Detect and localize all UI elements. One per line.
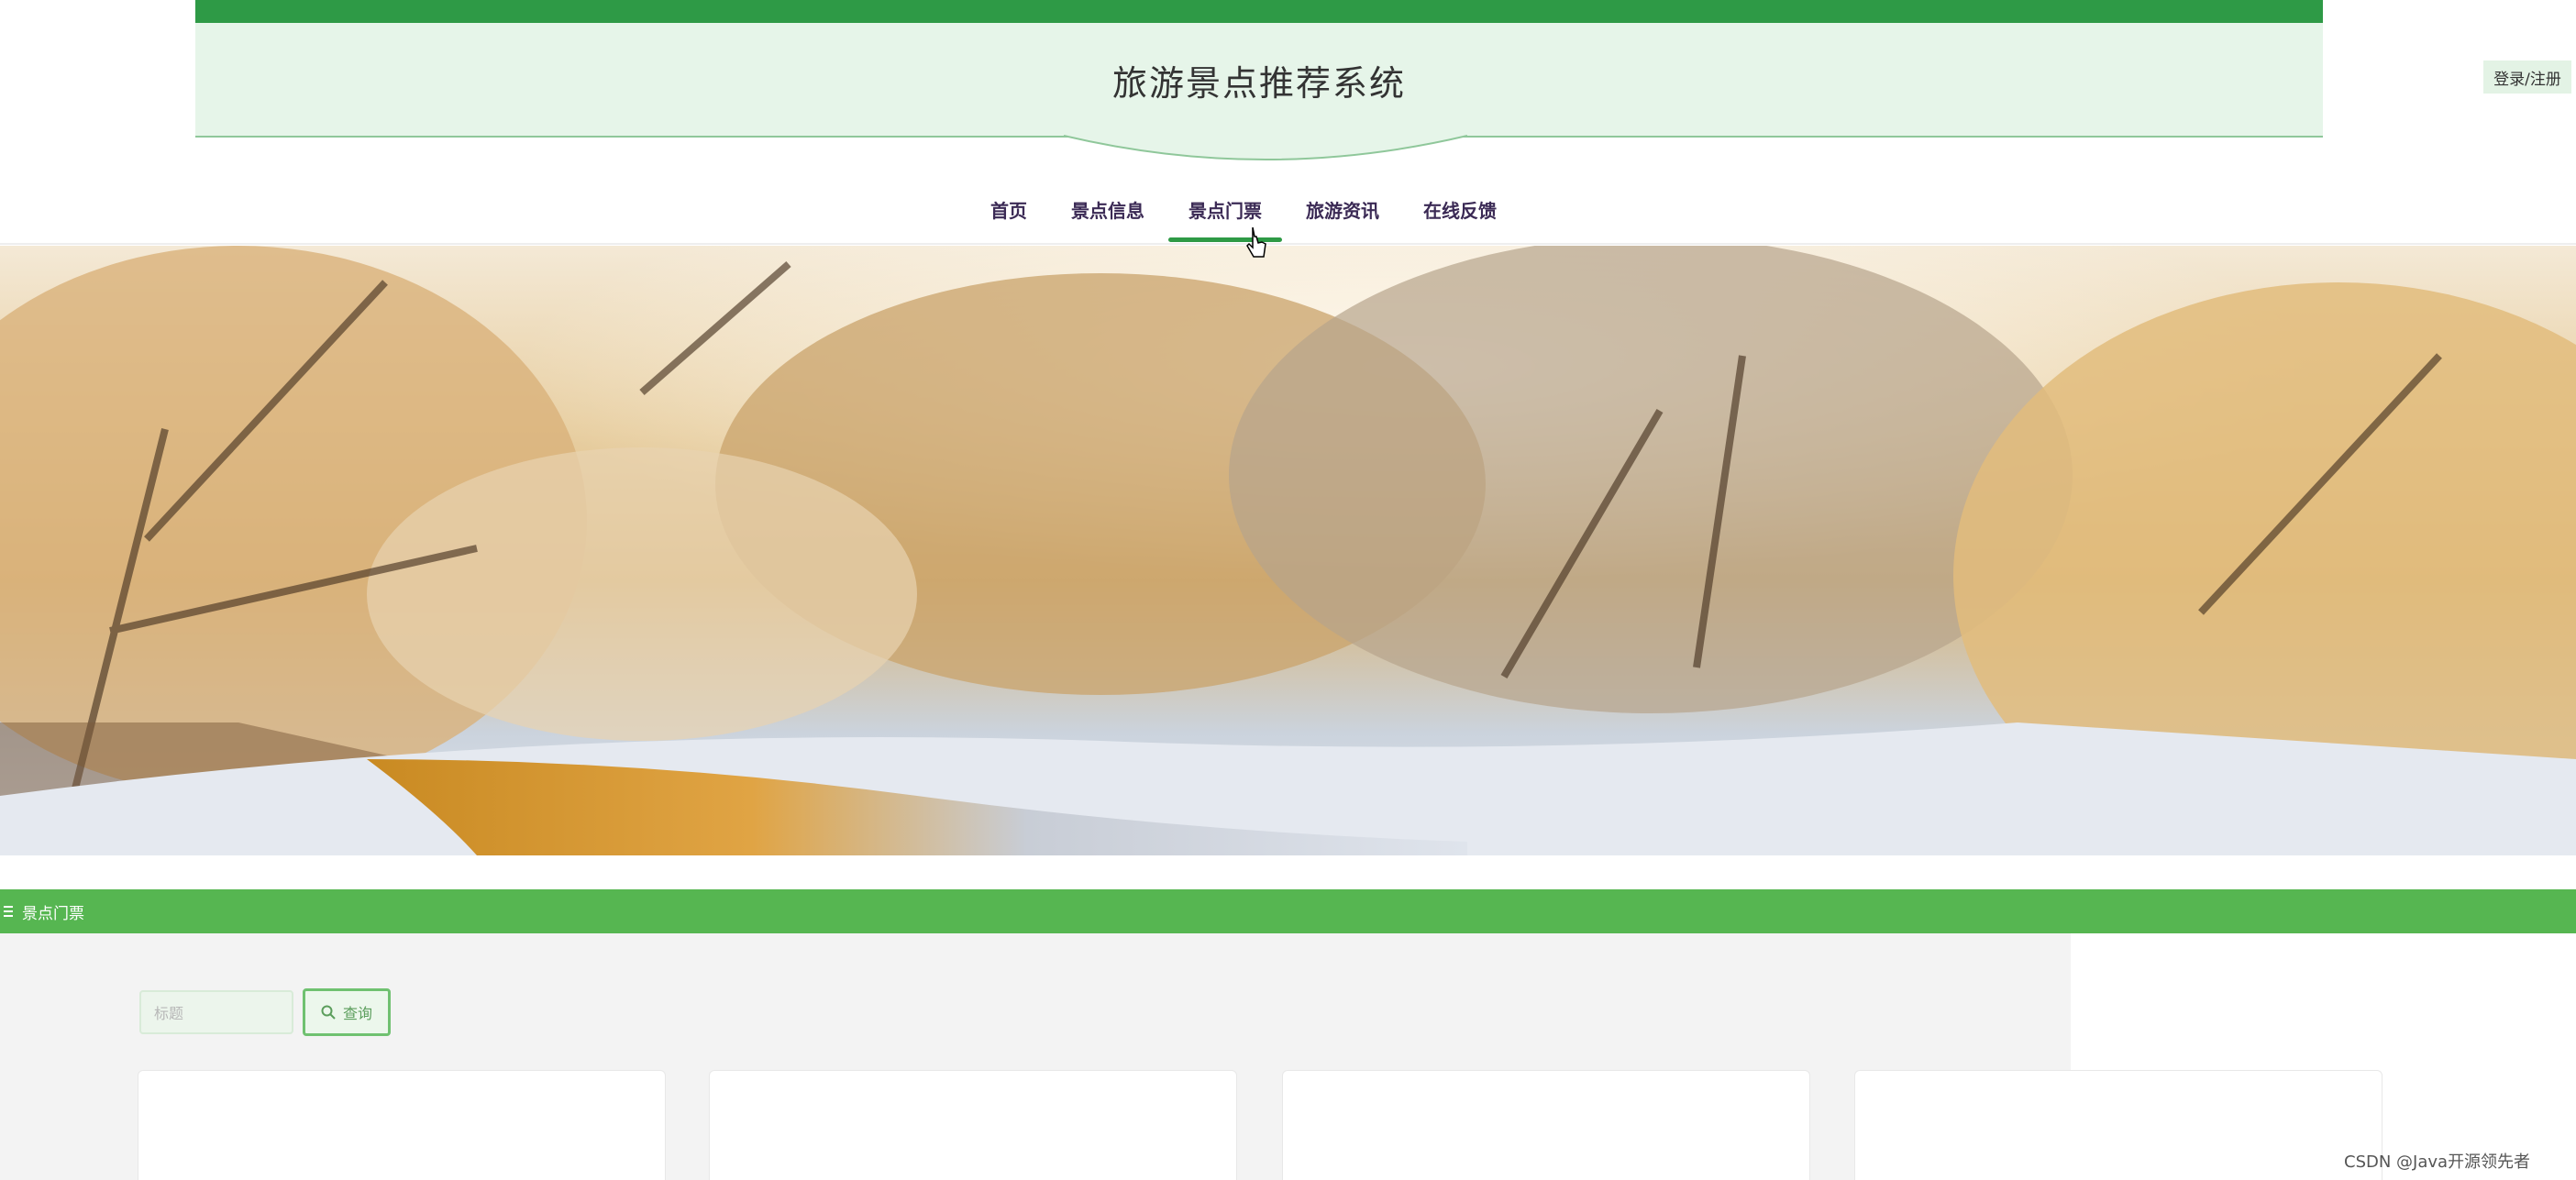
title-search-input[interactable]: 标题 <box>139 990 293 1034</box>
nav-item-feedback[interactable]: 在线反馈 <box>1423 191 1497 227</box>
menu-icon <box>4 906 13 917</box>
nav-item-travel-news[interactable]: 旅游资讯 <box>1306 191 1379 227</box>
banner-image <box>0 246 2576 855</box>
site-title: 旅游景点推荐系统 <box>1111 63 1406 104</box>
nav-item-tickets[interactable]: 景点门票 <box>1168 191 1282 242</box>
search-icon <box>321 1005 336 1020</box>
ticket-card[interactable] <box>138 1070 666 1180</box>
nav-item-attractions[interactable]: 景点信息 <box>1071 191 1144 227</box>
header-curve <box>1064 128 1467 160</box>
nav-item-home[interactable]: 首页 <box>990 191 1027 227</box>
ticket-card[interactable] <box>1854 1070 2383 1180</box>
login-register-link[interactable]: 登录/注册 <box>2483 61 2571 94</box>
ticket-card[interactable] <box>709 1070 1237 1180</box>
banner-carousel[interactable] <box>0 246 2576 855</box>
main-nav: 首页 景点信息 景点门票 旅游资讯 在线反馈 <box>990 191 1497 242</box>
search-placeholder: 标题 <box>154 1005 184 1022</box>
nav-divider <box>0 243 2576 245</box>
watermark-text: CSDN @Java开源领先者 <box>2344 1152 2531 1172</box>
page: 旅游景点推荐系统 登录/注册 首页 景点信息 景点门票 旅游资讯 在线反馈 景点… <box>0 0 2576 1180</box>
section-header-bar: 景点门票 <box>0 889 2576 933</box>
ticket-card[interactable] <box>1282 1070 1810 1180</box>
top-accent-bar <box>195 0 2323 23</box>
search-button[interactable]: 查询 <box>303 988 391 1036</box>
mouse-cursor-icon <box>1246 226 1266 258</box>
search-button-label: 查询 <box>342 1005 372 1022</box>
section-title: 景点门票 <box>22 904 84 923</box>
